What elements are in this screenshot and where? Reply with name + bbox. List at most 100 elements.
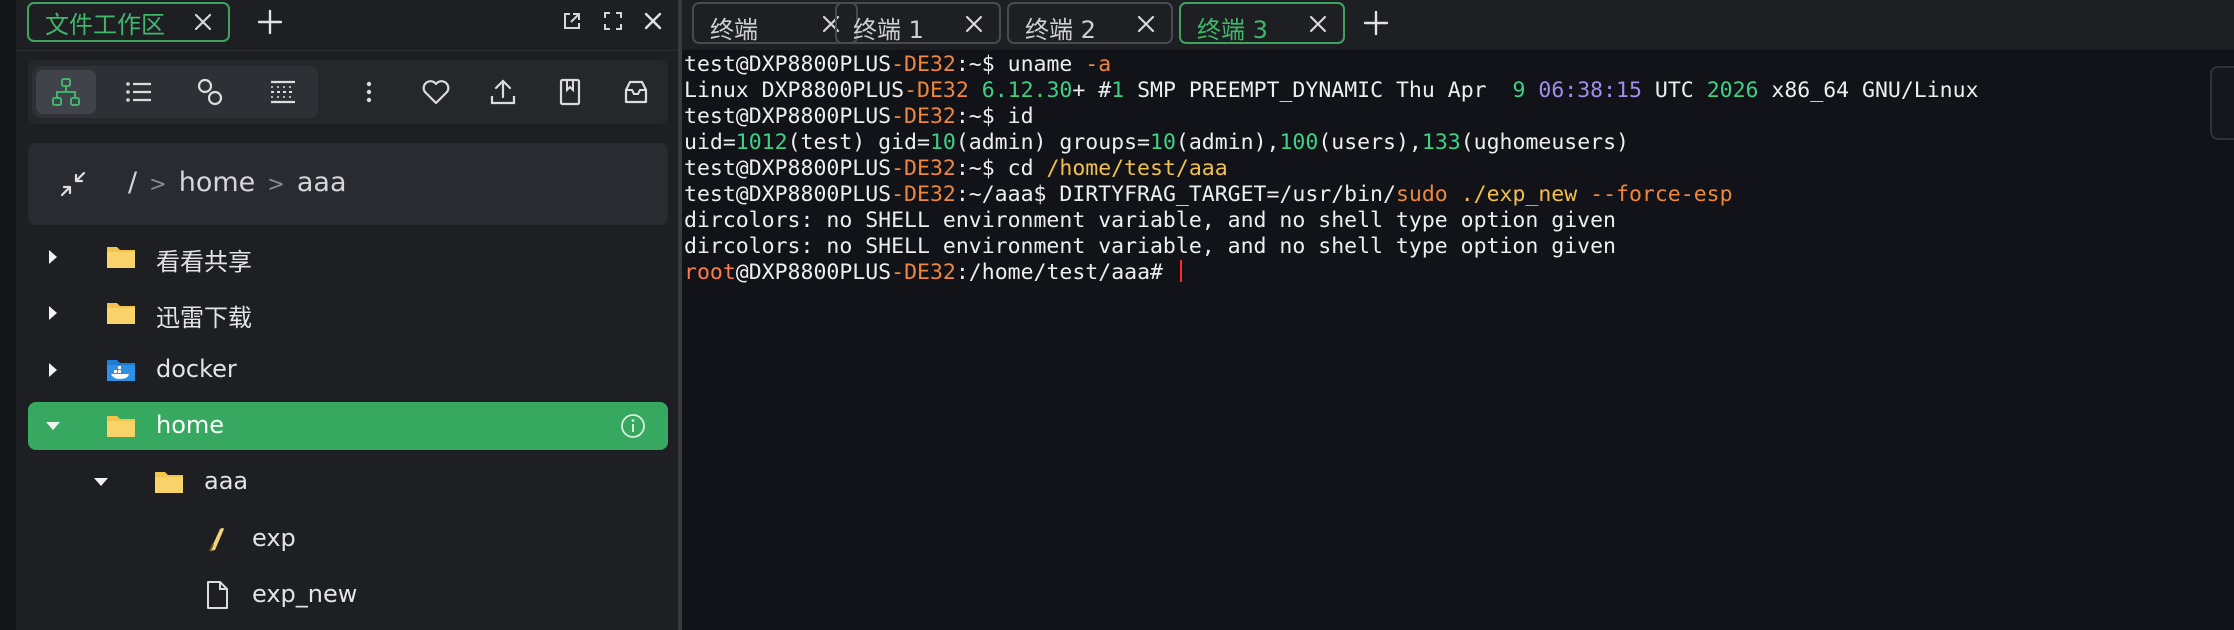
terminal-text: 10 xyxy=(929,130,956,155)
tree-item-label: 看看共享 xyxy=(156,248,252,276)
terminal-side-edge xyxy=(2207,50,2234,630)
caret-right-icon[interactable] xyxy=(45,361,61,379)
tree-row[interactable]: home xyxy=(28,401,668,450)
close-panel-icon[interactable] xyxy=(642,10,664,32)
breadcrumb-home[interactable]: home xyxy=(179,167,256,198)
terminal-line: uid=1012(test) gid=10(admin) groups=10(a… xyxy=(684,130,2207,156)
terminal-text: UTC xyxy=(1641,78,1707,103)
folder-icon xyxy=(105,411,137,441)
file-workspace-panel: 文件工作区 / > home > aaa 看看共享 迅雷下载 docker ho… xyxy=(0,0,678,630)
terminal-text: 1012 xyxy=(735,130,788,155)
caret-right-icon[interactable] xyxy=(45,304,61,322)
grid-view-icon[interactable] xyxy=(268,77,298,107)
favorite-icon[interactable] xyxy=(421,77,451,107)
tab-file-workspace-label: 文件工作区 xyxy=(45,10,165,39)
terminal-text: -a xyxy=(1085,52,1112,77)
terminal-text: 100 xyxy=(1279,130,1319,155)
terminal-panel: 终端 终端 1 终端 2 终端 3 test@DXP8800PLUS-DE32:~$ … xyxy=(682,0,2234,630)
terminal-line: test@DXP8800PLUS-DE32:~/aaa$ DIRTYFRAG_T… xyxy=(684,182,2207,208)
tab-terminal-0[interactable]: 终端 xyxy=(692,2,858,44)
upload-icon[interactable] xyxy=(488,77,518,107)
tree-row[interactable]: exp xyxy=(28,515,668,563)
caret-right-icon[interactable] xyxy=(45,248,61,266)
terminal-output[interactable]: test@DXP8800PLUS-DE32:~$ uname -a Linux D… xyxy=(682,50,2207,630)
tree-view-icon[interactable] xyxy=(51,77,81,107)
tree-row[interactable]: aaa xyxy=(28,458,668,506)
link-view-icon[interactable] xyxy=(195,77,225,107)
tree-item-label: aaa xyxy=(204,467,249,496)
terminal-text: (users), xyxy=(1318,130,1422,155)
close-icon[interactable] xyxy=(963,13,985,35)
tree-row[interactable]: docker xyxy=(28,346,668,394)
terminal-text: -DE32 xyxy=(891,52,956,77)
add-terminal-icon[interactable] xyxy=(1362,9,1390,37)
popout-icon[interactable] xyxy=(561,10,583,32)
breadcrumb-separator: > xyxy=(149,172,167,196)
terminal-line: test@DXP8800PLUS-DE32:~$ uname -a xyxy=(684,52,2207,78)
tab-terminal-1[interactable]: 终端 1 xyxy=(835,2,1001,44)
caret-down-icon[interactable] xyxy=(93,473,109,491)
terminal-text: Linux DXP8800PLUS xyxy=(684,78,905,103)
terminal-text: test@DXP8800PLUS xyxy=(684,52,892,77)
terminal-text: 9 xyxy=(1512,78,1526,103)
view-mode-group xyxy=(32,66,318,118)
collapse-icon[interactable] xyxy=(58,169,88,199)
terminal-text: @DXP8800PLUS xyxy=(735,260,892,285)
breadcrumb-aaa[interactable]: aaa xyxy=(297,167,347,198)
info-icon[interactable] xyxy=(620,413,646,439)
archive-icon[interactable] xyxy=(621,77,651,107)
tab-file-workspace[interactable]: 文件工作区 xyxy=(27,2,230,42)
caret-down-icon[interactable] xyxy=(45,417,61,435)
terminal-text: 1 xyxy=(1111,78,1125,103)
terminal-tab-label: 终端 1 xyxy=(853,16,924,44)
breadcrumb-separator: > xyxy=(267,172,285,196)
tab-terminal-3[interactable]: 终端 3 xyxy=(1179,2,1345,44)
terminal-text: dircolors: no SHELL environment variable… xyxy=(684,234,1616,259)
terminal-text: -DE32 xyxy=(891,104,956,129)
close-icon[interactable] xyxy=(1135,13,1157,35)
tree-item-label: exp_new xyxy=(252,579,358,608)
terminal-line: dircolors: no SHELL environment variable… xyxy=(684,208,2207,234)
terminal-text: -DE32 xyxy=(891,182,956,207)
fullscreen-icon[interactable] xyxy=(602,10,624,32)
folder-icon xyxy=(153,467,185,497)
terminal-text: sudo xyxy=(1395,182,1448,207)
add-tab-icon[interactable] xyxy=(256,8,284,36)
close-icon[interactable] xyxy=(192,11,214,33)
terminal-tab-label: 终端 2 xyxy=(1025,16,1096,44)
docker-folder-icon xyxy=(105,355,137,385)
terminal-text: 6.12.30 xyxy=(981,78,1073,103)
terminal-line: dircolors: no SHELL environment variable… xyxy=(684,234,2207,260)
terminal-tabbar: 终端 终端 1 终端 2 终端 3 xyxy=(682,0,2234,51)
terminal-text: dircolors: no SHELL environment variable… xyxy=(684,208,1616,233)
list-view-icon[interactable] xyxy=(124,77,154,107)
tree-item-label: 迅雷下载 xyxy=(156,304,252,333)
terminal-text: :~/aaa$ DIRTYFRAG_TARGET=/usr/bin/ xyxy=(955,182,1396,207)
terminal-text: --force-esp xyxy=(1590,182,1733,207)
terminal-text: 2026 xyxy=(1706,78,1759,103)
terminal-text: test@DXP8800PLUS xyxy=(684,182,892,207)
breadcrumb-root[interactable]: / xyxy=(128,167,137,198)
terminal-text: /home/test/aaa xyxy=(1046,156,1228,181)
terminal-text: 10 xyxy=(1150,130,1176,155)
file-toolbar xyxy=(28,60,668,124)
terminal-text: (admin) groups= xyxy=(955,130,1151,155)
side-panel-toggle[interactable] xyxy=(2210,66,2234,140)
tab-terminal-2[interactable]: 终端 2 xyxy=(1007,2,1173,44)
terminal-text: test@DXP8800PLUS xyxy=(684,156,892,181)
tree-row[interactable]: 迅雷下载 xyxy=(28,289,668,337)
terminal-text: (test) gid= xyxy=(787,130,930,155)
more-icon[interactable] xyxy=(354,77,384,107)
tree-item-label: docker xyxy=(156,354,237,383)
terminal-text: x86_64 GNU/Linux xyxy=(1758,78,1979,103)
terminal-text: 133 xyxy=(1421,130,1461,155)
terminal-text: :~$ uname xyxy=(955,52,1086,77)
terminal-text: + # xyxy=(1072,78,1112,103)
tree-row[interactable]: exp_new xyxy=(28,571,668,619)
tree-row[interactable]: 看看共享 xyxy=(28,233,668,281)
bookmark-icon[interactable] xyxy=(555,77,585,107)
close-icon[interactable] xyxy=(1307,13,1329,35)
